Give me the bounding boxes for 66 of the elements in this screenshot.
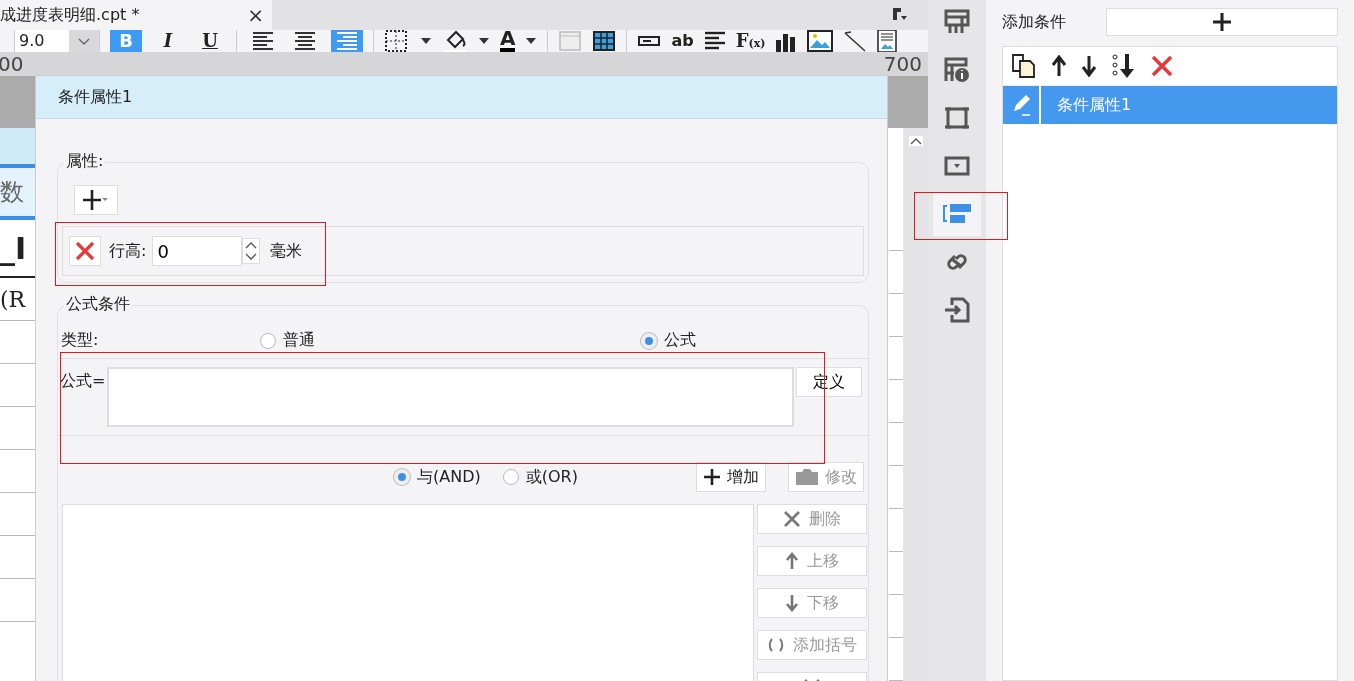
text-label-button[interactable]: ab — [671, 31, 694, 51]
dialog-title: 条件属性1 — [36, 76, 887, 119]
align-icon — [294, 31, 316, 51]
ruler-number: 00 — [0, 51, 24, 76]
group-legend: 属性: — [64, 151, 106, 172]
image-icon[interactable] — [807, 30, 834, 52]
format-button[interactable]: I — [152, 30, 184, 52]
dropdown-caret-icon[interactable] — [525, 37, 538, 45]
table-info-icon — [943, 56, 971, 84]
type-radio[interactable]: 普通 — [260, 330, 315, 351]
x-icon — [783, 510, 801, 528]
plus-icon — [703, 468, 721, 486]
formula-label: 公式= — [60, 371, 106, 392]
scrollbar[interactable] — [903, 128, 928, 681]
side-tab[interactable] — [933, 192, 981, 236]
move-down-icon[interactable] — [1081, 55, 1097, 77]
logic-radio[interactable]: 与(AND) — [394, 466, 481, 488]
move-bottom-icon[interactable] — [1111, 53, 1137, 79]
close-icon — [74, 240, 96, 262]
slash-line-icon[interactable] — [843, 30, 868, 52]
add-property-button[interactable] — [74, 185, 118, 215]
move-up-icon[interactable] — [1051, 55, 1067, 77]
folder-icon — [795, 468, 819, 486]
delete-icon[interactable] — [1151, 55, 1173, 77]
dropdown-caret-icon[interactable] — [420, 37, 432, 45]
dropdown-caret-icon[interactable] — [478, 37, 490, 45]
text-field-icon[interactable] — [637, 34, 662, 48]
row-height-field[interactable]: 0 — [152, 236, 243, 266]
cell-icon[interactable] — [558, 30, 583, 52]
action-button[interactable]: 增加 — [696, 462, 766, 492]
import-icon — [943, 296, 971, 324]
paragraph-icon[interactable] — [703, 31, 726, 51]
formula-button[interactable]: F(x) — [735, 30, 766, 52]
align-icon — [252, 31, 274, 51]
group-legend: 公式条件 — [64, 294, 132, 315]
close-tab-button[interactable]: × — [247, 3, 264, 27]
file-tab[interactable]: 成进度表明细.cpt * × — [0, 0, 272, 30]
row-height-label: 行高: — [109, 240, 147, 262]
formula-field[interactable] — [107, 367, 795, 427]
align-icon — [336, 31, 358, 51]
copy-icon[interactable] — [1011, 53, 1037, 79]
file-tab-title: 成进度表明细.cpt * — [0, 4, 140, 26]
add-condition-label: 添加条件 — [1002, 11, 1066, 33]
condition-item-label: 条件属性1 — [1057, 94, 1132, 116]
down-arrow-icon — [785, 594, 799, 612]
document-icon[interactable] — [877, 30, 898, 52]
type-radio[interactable]: 公式 — [641, 330, 696, 351]
ruler-number: 700 — [883, 51, 922, 76]
font-size-field[interactable]: 9.0 — [14, 30, 100, 52]
table-frame-icon — [943, 8, 971, 36]
scroll-up-icon[interactable] — [908, 136, 923, 146]
up-arrow-icon — [785, 552, 799, 570]
spinner[interactable] — [242, 238, 261, 264]
unit-label: 毫米 — [270, 240, 303, 262]
plus-icon — [1212, 12, 1232, 32]
border-icon[interactable] — [384, 30, 410, 52]
logic-radio[interactable]: 或(OR) — [502, 466, 578, 488]
plus-dropdown-icon — [83, 189, 109, 211]
remove-button[interactable] — [69, 236, 101, 266]
fill-bucket-icon[interactable] — [442, 30, 468, 52]
window-menu-icon[interactable] — [892, 7, 908, 23]
brackets-icon — [767, 637, 785, 653]
type-label: 类型: — [61, 330, 99, 351]
format-button[interactable]: U — [194, 30, 226, 52]
table-grid-icon[interactable] — [592, 30, 617, 52]
font-size-value: 9.0 — [18, 30, 46, 52]
